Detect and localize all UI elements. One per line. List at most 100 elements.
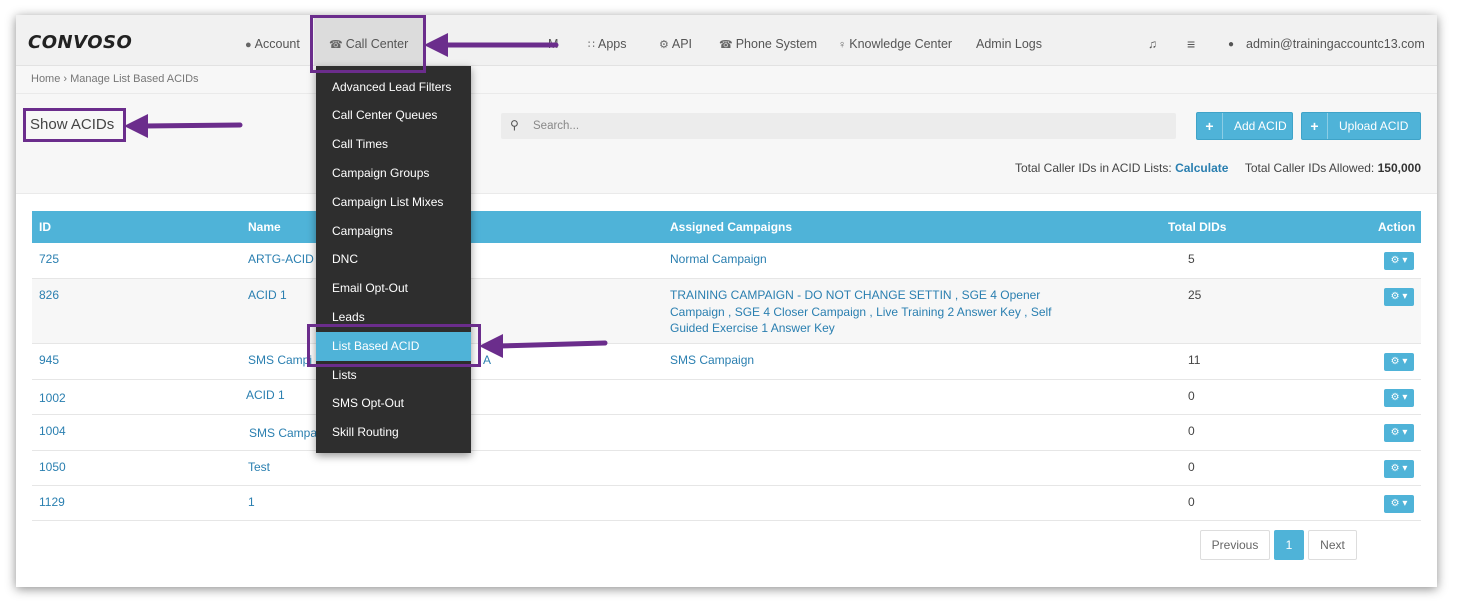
menu-item-call-center-queues[interactable]: Call Center Queues bbox=[316, 101, 471, 130]
row-action-gear-icon[interactable]: ⚙ ▾ bbox=[1384, 288, 1414, 306]
plus-icon: + bbox=[1302, 113, 1328, 139]
menu-item-campaigns[interactable]: Campaigns bbox=[316, 217, 471, 246]
breadcrumb-bar: Home › Manage List Based ACIDs bbox=[16, 66, 1437, 94]
nav-admin-logs[interactable]: Admin Logs bbox=[976, 15, 1042, 66]
row-total-dids: 5 bbox=[1188, 252, 1195, 266]
row-name[interactable]: SMS Campi bbox=[248, 353, 312, 367]
bell-icon[interactable]: ♫ bbox=[1148, 15, 1157, 66]
row-name[interactable]: Test bbox=[248, 460, 270, 474]
row-action-gear-icon[interactable]: ⚙ ▾ bbox=[1384, 424, 1414, 442]
row-total-dids: 0 bbox=[1188, 424, 1195, 438]
nav-admin-logs-label: Admin Logs bbox=[976, 37, 1043, 51]
row-name[interactable]: 1 bbox=[248, 495, 255, 509]
totals-allowed-label: Total Caller IDs Allowed: bbox=[1244, 161, 1375, 175]
pagination-page-1[interactable]: 1 bbox=[1274, 530, 1304, 560]
upload-acid-button[interactable]: + Upload ACID bbox=[1301, 112, 1421, 140]
row-id[interactable]: 1050 bbox=[39, 460, 66, 474]
add-acid-button[interactable]: + Add ACID bbox=[1196, 112, 1293, 140]
menu-item-campaign-groups[interactable]: Campaign Groups bbox=[316, 159, 471, 188]
plus-icon: + bbox=[1197, 113, 1223, 139]
nav-call-center[interactable]: ☎ Call Center bbox=[314, 15, 424, 66]
col-action: Action bbox=[1378, 220, 1416, 234]
row-name[interactable]: SMS Campai bbox=[249, 426, 320, 440]
row-id[interactable]: 826 bbox=[39, 288, 59, 302]
nav-crm[interactable]: M bbox=[548, 15, 558, 66]
user-icon: ● bbox=[245, 39, 252, 51]
row-campaigns[interactable]: TRAINING CAMPAIGN - DO NOT CHANGE SETTIN… bbox=[670, 287, 1090, 337]
calculate-link[interactable]: Calculate bbox=[1175, 161, 1228, 175]
app-window: CONVOSO ● Account ☎ Call Center M ∷ Apps ⚙ A… bbox=[16, 15, 1437, 587]
breadcrumb-home[interactable]: Home bbox=[31, 73, 60, 85]
caller-id-totals: Total Caller IDs in ACID Lists: Calculat… bbox=[1015, 161, 1421, 175]
search-placeholder: Search... bbox=[533, 120, 580, 132]
totals-in-lists-label: Total Caller IDs in ACID Lists: bbox=[1015, 161, 1172, 175]
breadcrumb: Home › Manage List Based ACIDs bbox=[31, 73, 199, 85]
row-total-dids: 0 bbox=[1188, 495, 1195, 509]
pagination-previous[interactable]: Previous bbox=[1200, 530, 1270, 560]
row-name[interactable]: ARTG-ACID bbox=[248, 252, 314, 266]
row-id[interactable]: 725 bbox=[39, 252, 59, 266]
row-total-dids: 0 bbox=[1188, 389, 1195, 403]
row-action-gear-icon[interactable]: ⚙ ▾ bbox=[1384, 252, 1414, 270]
breadcrumb-current: Manage List Based ACIDs bbox=[70, 73, 199, 85]
table-row: 1050 Test 0 ⚙ ▾ bbox=[32, 451, 1421, 486]
totals-allowed-value: 150,000 bbox=[1377, 161, 1421, 175]
table-row: 826 ACID 1 TRAINING CAMPAIGN - DO NOT CH… bbox=[32, 279, 1421, 344]
menu-item-list-based-acid[interactable]: List Based ACID bbox=[316, 332, 471, 361]
gear-icon: ⚙ bbox=[659, 39, 669, 51]
menu-item-lists[interactable]: Lists bbox=[316, 361, 471, 390]
menu-item-campaign-list-mixes[interactable]: Campaign List Mixes bbox=[316, 188, 471, 217]
menu-item-advanced-lead-filters[interactable]: Advanced Lead Filters bbox=[316, 73, 471, 102]
row-id[interactable]: 1129 bbox=[39, 495, 65, 509]
nav-account-label: Account bbox=[254, 37, 300, 51]
row-action-gear-icon[interactable]: ⚙ ▾ bbox=[1384, 495, 1414, 513]
page-title: Show ACIDs bbox=[30, 116, 115, 133]
search-icon: ⚲ bbox=[510, 118, 519, 132]
user-icon: ● bbox=[1228, 39, 1235, 50]
row-action-gear-icon[interactable]: ⚙ ▾ bbox=[1384, 460, 1414, 478]
menu-item-dnc[interactable]: DNC bbox=[316, 245, 471, 274]
page-header bbox=[16, 94, 1437, 194]
col-assigned-campaigns[interactable]: Assigned Campaigns bbox=[670, 220, 792, 234]
pagination-next[interactable]: Next bbox=[1308, 530, 1357, 560]
nav-account[interactable]: ● Account bbox=[245, 15, 300, 66]
col-total-dids[interactable]: Total DIDs bbox=[1168, 220, 1226, 234]
menu-item-email-opt-out[interactable]: Email Opt-Out bbox=[316, 274, 471, 303]
menu-item-leads[interactable]: Leads bbox=[316, 303, 471, 332]
menu-item-call-times[interactable]: Call Times bbox=[316, 130, 471, 159]
convoso-logo[interactable]: CONVOSO bbox=[28, 32, 132, 53]
database-icon[interactable]: ≡ bbox=[1187, 15, 1195, 66]
add-acid-label: Add ACID bbox=[1234, 119, 1287, 133]
row-action-gear-icon[interactable]: ⚙ ▾ bbox=[1384, 353, 1414, 371]
user-menu[interactable]: admin@trainingaccountc13.com bbox=[1246, 15, 1425, 66]
phone-icon: ☎ bbox=[719, 39, 733, 51]
menu-item-sms-opt-out[interactable]: SMS Opt-Out bbox=[316, 389, 471, 418]
nav-api[interactable]: ⚙ API bbox=[659, 15, 692, 66]
top-navbar: CONVOSO ● Account ☎ Call Center M ∷ Apps ⚙ A… bbox=[16, 15, 1437, 66]
row-total-dids: 25 bbox=[1188, 288, 1202, 302]
row-name[interactable]: ACID 1 bbox=[248, 288, 287, 302]
row-campaigns[interactable]: Normal Campaign bbox=[670, 251, 1090, 268]
row-name[interactable]: ACID 1 bbox=[246, 388, 285, 402]
nav-crm-label: M bbox=[548, 37, 559, 51]
table-row: 1004 SMS Campai 0 ⚙ ▾ bbox=[32, 415, 1421, 451]
table-row: 725 ARTG-ACID Normal Campaign 5 ⚙ ▾ bbox=[32, 243, 1421, 279]
row-campaigns[interactable]: SMS Campaign bbox=[670, 352, 1090, 369]
row-id[interactable]: 1002 bbox=[39, 391, 66, 405]
row-id[interactable]: 1004 bbox=[39, 424, 66, 438]
search-input[interactable]: ⚲ Search... bbox=[501, 113, 1176, 139]
nav-api-label: API bbox=[671, 37, 693, 51]
nav-knowledge-center[interactable]: ♀ Knowledge Center bbox=[838, 15, 952, 66]
col-id[interactable]: ID bbox=[39, 220, 51, 234]
nav-apps-label: Apps bbox=[598, 37, 627, 51]
menu-item-skill-routing[interactable]: Skill Routing bbox=[316, 418, 471, 447]
call-center-dropdown: Advanced Lead Filters Call Center Queues… bbox=[316, 66, 471, 453]
row-total-dids: 11 bbox=[1188, 353, 1201, 367]
nav-phone-system[interactable]: ☎ Phone System bbox=[719, 15, 817, 66]
col-name[interactable]: Name bbox=[248, 220, 281, 234]
nav-apps[interactable]: ∷ Apps bbox=[588, 15, 627, 66]
row-id[interactable]: 945 bbox=[39, 353, 59, 367]
phone-icon: ☎ bbox=[329, 39, 343, 51]
row-total-dids: 0 bbox=[1188, 460, 1195, 474]
row-action-gear-icon[interactable]: ⚙ ▾ bbox=[1384, 389, 1414, 407]
